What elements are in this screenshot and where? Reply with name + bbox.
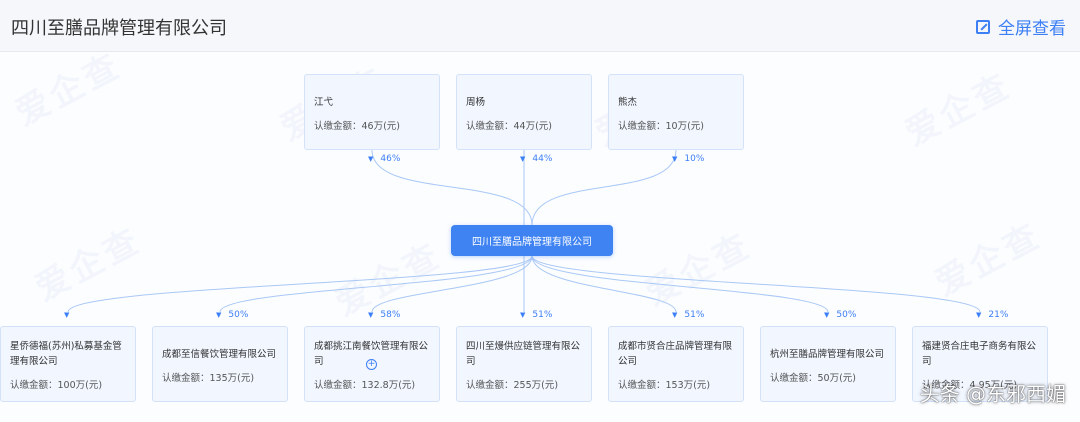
author-credit: 头条 @东邪西媚 (919, 382, 1066, 406)
node-amount: 认缴金额：44万(元) (466, 121, 553, 132)
shareholder-node[interactable]: 周杨 认缴金额：44万(元) (456, 74, 592, 150)
ownership-percent: ▼ 10% (672, 154, 705, 164)
arrow-down-icon: ▼ (824, 311, 830, 319)
investment-node[interactable]: 成都至信餐饮管理有限公司 认缴金额：135万(元) (152, 326, 288, 402)
ownership-percent: ▼ 50% (824, 310, 857, 320)
node-name: 江弋 (314, 97, 334, 108)
node-amount: 认缴金额：100万(元) (10, 380, 103, 391)
node-name: 杭州至膳品牌管理有限公司 (770, 349, 885, 360)
investment-node[interactable]: 成都市贤合庄品牌管理有限公司 认缴金额：153万(元) (608, 326, 744, 402)
expand-icon (976, 19, 990, 34)
investment-node[interactable]: 四川至熳供应链管理有限公司 认缴金额：255万(元) (456, 326, 592, 402)
ownership-percent: ▼ 51% (672, 310, 705, 320)
ownership-percent: ▼ 51% (520, 310, 553, 320)
node-name: 四川至熳供应链管理有限公司 (466, 341, 581, 367)
expand-node-button[interactable]: + (366, 359, 377, 370)
center-company-name: 四川至膳品牌管理有限公司 (472, 237, 592, 248)
fullscreen-button[interactable]: 全屏查看 (976, 14, 1066, 39)
node-name: 成都市贤合庄品牌管理有限公司 (618, 341, 733, 367)
shareholder-node[interactable]: 江弋 认缴金额：46万(元) (304, 74, 440, 150)
node-name: 成都至信餐饮管理有限公司 (162, 349, 277, 360)
investment-node[interactable]: 杭州至膳品牌管理有限公司 认缴金额：50万(元) (760, 326, 896, 402)
node-name: 周杨 (466, 97, 486, 108)
fullscreen-label: 全屏查看 (998, 19, 1066, 39)
node-amount: 认缴金额：132.8万(元) (314, 380, 416, 391)
investment-node[interactable]: 星侨德福(苏州)私募基金管理有限公司 认缴金额：100万(元) (0, 326, 136, 402)
node-amount: 认缴金额：46万(元) (314, 121, 401, 132)
ownership-percent: ▼ 21% (976, 310, 1009, 320)
ownership-percent: ▼ 46% (368, 154, 401, 164)
header-bar: 四川至膳品牌管理有限公司 全屏查看 (0, 0, 1080, 52)
arrow-down-icon: ▼ (216, 311, 222, 319)
node-name: 熊杰 (618, 97, 638, 108)
arrow-down-icon: ▼ (672, 155, 678, 163)
arrow-down-icon: ▼ (64, 311, 70, 319)
arrow-down-icon: ▼ (368, 311, 374, 319)
equity-graph-canvas[interactable]: 爱企查 爱企查 爱企查 爱企查 爱企查 爱企查 爱企查 爱企查 江弋 认缴金额：… (0, 52, 1080, 422)
ownership-percent: ▼ (64, 310, 76, 320)
node-amount: 认缴金额：135万(元) (162, 373, 255, 384)
arrow-down-icon: ▼ (520, 311, 526, 319)
center-company-node[interactable]: 四川至膳品牌管理有限公司 (451, 225, 613, 256)
ownership-percent: ▼ 58% (368, 310, 401, 320)
arrow-down-icon: ▼ (368, 155, 374, 163)
node-amount: 认缴金额：255万(元) (466, 380, 559, 391)
node-name: 福建贤合庄电子商务有限公司 (922, 341, 1037, 367)
ownership-percent: ▼ 44% (520, 154, 553, 164)
node-amount: 认缴金额：153万(元) (618, 380, 711, 391)
shareholder-node[interactable]: 熊杰 认缴金额：10万(元) (608, 74, 744, 150)
node-name: 星侨德福(苏州)私募基金管理有限公司 (10, 341, 122, 367)
page-title: 四川至膳品牌管理有限公司 (11, 18, 227, 39)
arrow-down-icon: ▼ (672, 311, 678, 319)
arrow-down-icon: ▼ (976, 311, 982, 319)
node-amount: 认缴金额：50万(元) (770, 373, 857, 384)
ownership-percent: ▼ 50% (216, 310, 249, 320)
arrow-down-icon: ▼ (520, 155, 526, 163)
node-amount: 认缴金额：10万(元) (618, 121, 705, 132)
